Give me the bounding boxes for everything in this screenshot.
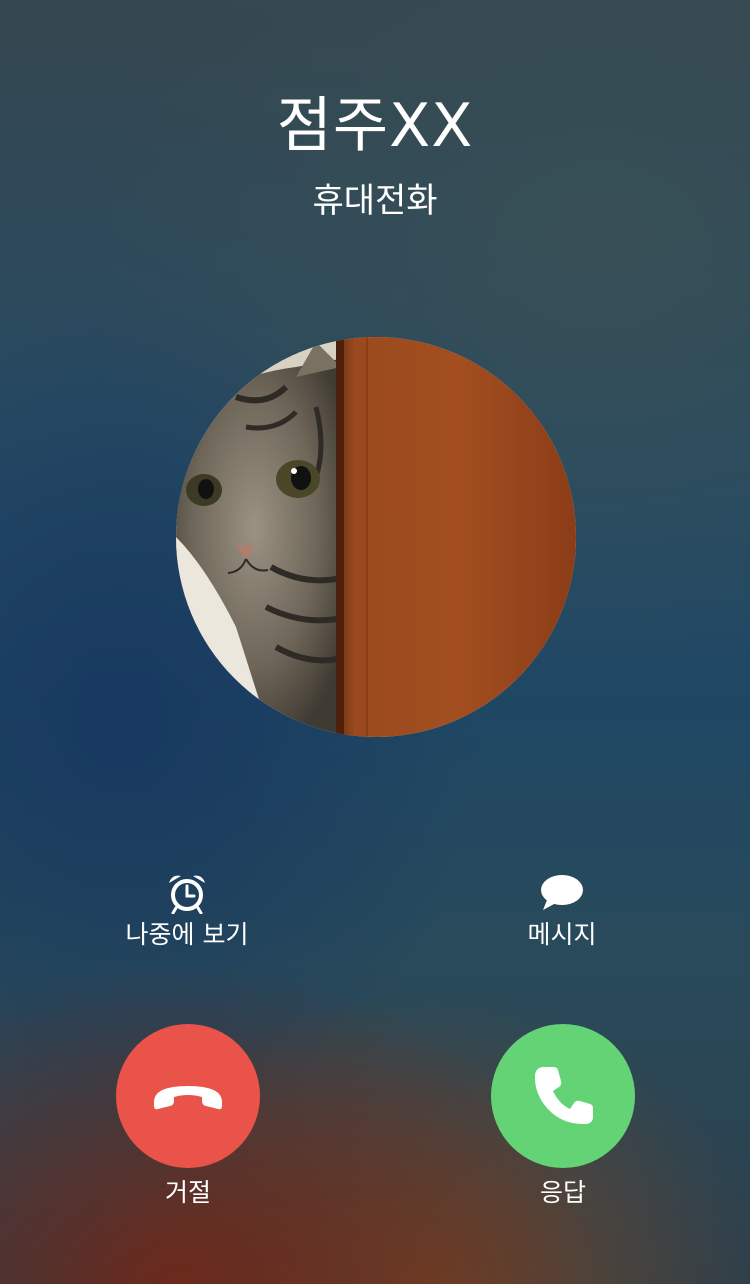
message-label: 메시지 xyxy=(527,920,597,949)
alarm-clock-icon xyxy=(169,875,205,914)
decline-label: 거절 xyxy=(164,1178,211,1207)
remind-me-later-button[interactable]: 나중에 보기 xyxy=(87,872,287,952)
accept-button[interactable] xyxy=(491,1024,635,1168)
phone-hangup-icon xyxy=(154,1086,222,1110)
speech-bubble-icon xyxy=(541,875,583,910)
decline-control: 거절 xyxy=(116,1024,260,1210)
accept-label: 응답 xyxy=(539,1178,586,1207)
caller-name: 점주XX xyxy=(276,91,474,161)
cat-photo xyxy=(176,337,576,737)
phone-icon xyxy=(534,1067,593,1125)
caller-avatar xyxy=(176,337,576,737)
accept-control: 응답 xyxy=(491,1024,635,1210)
decline-button[interactable] xyxy=(116,1024,260,1168)
message-button[interactable]: 메시지 xyxy=(462,872,662,952)
remind-label: 나중에 보기 xyxy=(125,920,249,949)
caller-type: 휴대전화 xyxy=(312,181,438,221)
